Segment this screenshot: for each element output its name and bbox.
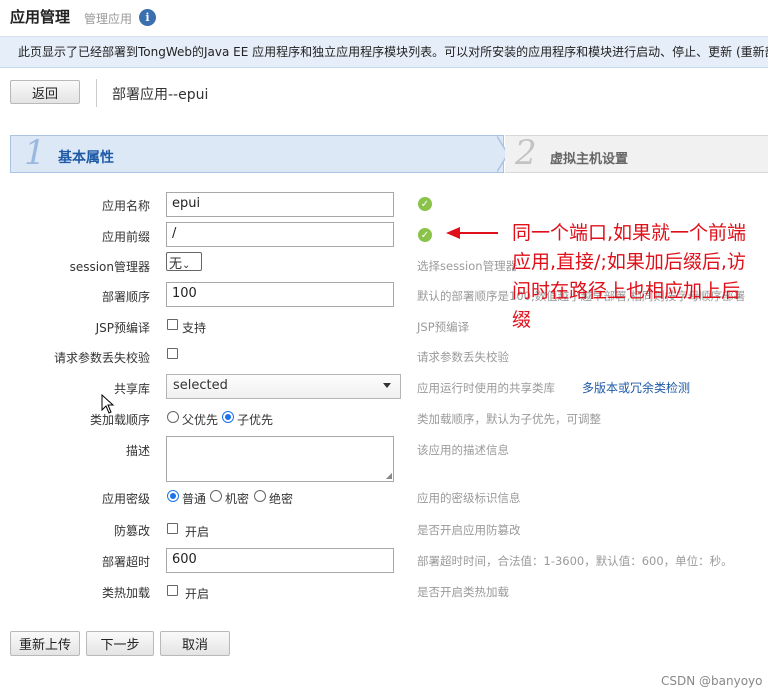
session-manager-value: 无 [169,257,183,272]
hot-load-checkbox[interactable] [167,585,178,596]
annotation-arrow-icon [446,227,460,239]
deploy-timeout-label: 部署超时 [101,555,150,569]
shared-lib-label: 共享库 [113,382,150,396]
valid-check-icon: ✓ [418,197,432,211]
notice-text: 此页显示了已经部署到TongWeb的Java EE 应用程序和独立应用程序模块列… [18,45,768,59]
resize-handle-icon[interactable]: ◢ [386,471,392,480]
security-secret-radio[interactable] [210,490,222,502]
deploy-timeout-input[interactable]: 600 [166,548,394,573]
watermark: CSDN @banyoyo [661,674,763,688]
security-normal-radio[interactable] [167,490,179,502]
shared-lib-hint: 应用运行时使用的共享类库 [417,381,555,395]
divider [96,79,97,107]
wizard-step-2-label: 虚拟主机设置 [550,152,629,167]
jsp-precompile-option: 支持 [182,321,207,335]
param-loss-check-label: 请求参数丢失校验 [53,351,150,365]
security-secret-option: 机密 [225,492,250,506]
annotation-arrow-line [460,232,498,234]
session-manager-label: session管理器 [69,260,150,274]
jsp-precompile-label: JSP预编译 [95,321,150,335]
tamper-proof-option: 开启 [185,525,210,539]
description-hint: 该应用的描述信息 [417,443,509,457]
info-icon[interactable]: i [139,9,156,26]
app-name-input[interactable]: epui [166,192,394,217]
breadcrumb: 部署应用--epui [112,87,209,103]
wizard-step-1-label: 基本属性 [58,150,114,166]
child-first-radio[interactable] [222,411,234,423]
wizard-step-2-number: 2 [515,133,537,173]
security-topsecret-option: 绝密 [269,492,294,506]
parent-first-radio[interactable] [167,411,179,423]
next-button[interactable]: 下一步 [86,631,154,656]
deploy-order-label: 部署顺序 [101,290,150,304]
shared-lib-value: selected [173,378,228,393]
shared-lib-dropdown[interactable]: selected [166,374,401,399]
security-topsecret-radio[interactable] [254,490,266,502]
page-title: 应用管理 [10,8,71,26]
tamper-proof-label: 防篡改 [113,524,150,538]
tamper-proof-hint: 是否开启应用防篡改 [417,523,521,537]
tamper-proof-checkbox[interactable] [167,523,178,534]
wizard-step-2[interactable] [505,135,768,173]
deploy-order-input[interactable]: 100 [166,282,394,307]
wizard-step-1-number: 1 [24,133,46,173]
redundant-class-check-link[interactable]: 多版本或冗余类检测 [582,379,690,396]
deploy-timeout-hint: 部署超时时间，合法值：1-3600，默认值：600，单位：秒。 [417,554,733,568]
security-level-hint: 应用的密级标识信息 [417,491,521,505]
jsp-precompile-checkbox[interactable] [167,319,178,330]
annotation-text: 同一个端口,如果就一个前端应用,直接/;如果加后缀后,访问时在路径上也相应加上后… [512,222,747,331]
jsp-precompile-hint: JSP预编译 [417,320,470,334]
page-subtitle: 管理应用 [84,12,133,26]
cancel-button[interactable]: 取消 [160,631,230,656]
classload-order-label: 类加载顺序 [89,413,150,427]
description-textarea[interactable]: ◢ [166,436,394,482]
hot-load-option: 开启 [185,587,210,601]
security-normal-option: 普通 [182,492,207,506]
mouse-cursor-icon [101,394,115,414]
hot-load-hint: 是否开启类热加载 [417,585,509,599]
app-prefix-label: 应用前缀 [101,230,150,244]
classload-order-hint: 类加载顺序，默认为子优先，可调整 [417,412,601,426]
session-manager-hint: 选择session管理器 [417,259,518,273]
app-name-label: 应用名称 [101,199,150,213]
security-level-label: 应用密级 [101,492,150,506]
parent-first-option: 父优先 [182,413,219,427]
hot-load-label: 类热加载 [101,586,150,600]
param-loss-check-checkbox[interactable] [167,348,178,359]
valid-check-icon: ✓ [418,228,432,242]
description-label: 描述 [125,444,150,458]
param-loss-check-hint: 请求参数丢失校验 [417,350,509,364]
back-button[interactable]: 返回 [10,80,80,104]
caret-down-icon [383,383,391,388]
app-prefix-input[interactable]: / [166,222,394,247]
reupload-button[interactable]: 重新上传 [10,631,80,656]
session-manager-select[interactable]: 无⌄ [166,252,202,272]
child-first-option: 子优先 [237,413,274,427]
